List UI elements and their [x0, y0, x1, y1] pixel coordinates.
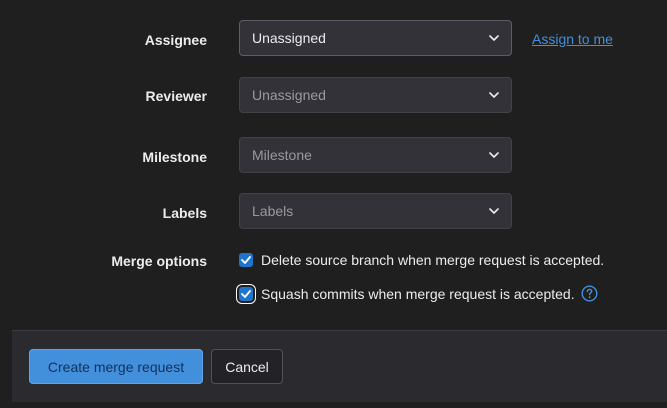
delete-source-branch-checkbox[interactable] [239, 253, 253, 267]
reviewer-dropdown[interactable]: Unassigned [239, 77, 512, 113]
assign-to-me-link[interactable]: Assign to me [532, 31, 613, 47]
cancel-button[interactable]: Cancel [211, 349, 283, 384]
chevron-down-icon [489, 33, 499, 43]
question-circle-icon[interactable] [581, 285, 598, 302]
milestone-label: Milestone [142, 149, 207, 165]
assignee-label: Assignee [144, 32, 207, 48]
chevron-down-icon [489, 90, 499, 100]
delete-source-branch-text: Delete source branch when merge request … [261, 252, 605, 268]
form-actions-footer: Create merge request Cancel [12, 330, 667, 402]
reviewer-label: Reviewer [145, 88, 207, 104]
squash-commits-checkbox[interactable] [239, 286, 253, 301]
assignee-dropdown[interactable]: Unassigned [239, 20, 512, 56]
chevron-down-icon [489, 150, 499, 160]
squash-commits-text: Squash commits when merge request is acc… [261, 285, 575, 302]
milestone-value: Milestone [252, 147, 312, 163]
chevron-down-icon [489, 206, 499, 216]
assignee-value: Unassigned [252, 30, 326, 46]
delete-source-branch-option: Delete source branch when merge request … [239, 252, 604, 268]
milestone-dropdown[interactable]: Milestone [239, 137, 512, 173]
labels-dropdown[interactable]: Labels [239, 193, 512, 229]
merge-options-label: Merge options [111, 253, 207, 269]
check-icon [241, 289, 251, 298]
create-merge-request-button[interactable]: Create merge request [29, 349, 203, 384]
labels-value: Labels [252, 203, 294, 219]
labels-label: Labels [162, 205, 207, 221]
reviewer-value: Unassigned [252, 87, 326, 103]
check-icon [241, 256, 251, 264]
squash-commits-option: Squash commits when merge request is acc… [239, 285, 598, 302]
